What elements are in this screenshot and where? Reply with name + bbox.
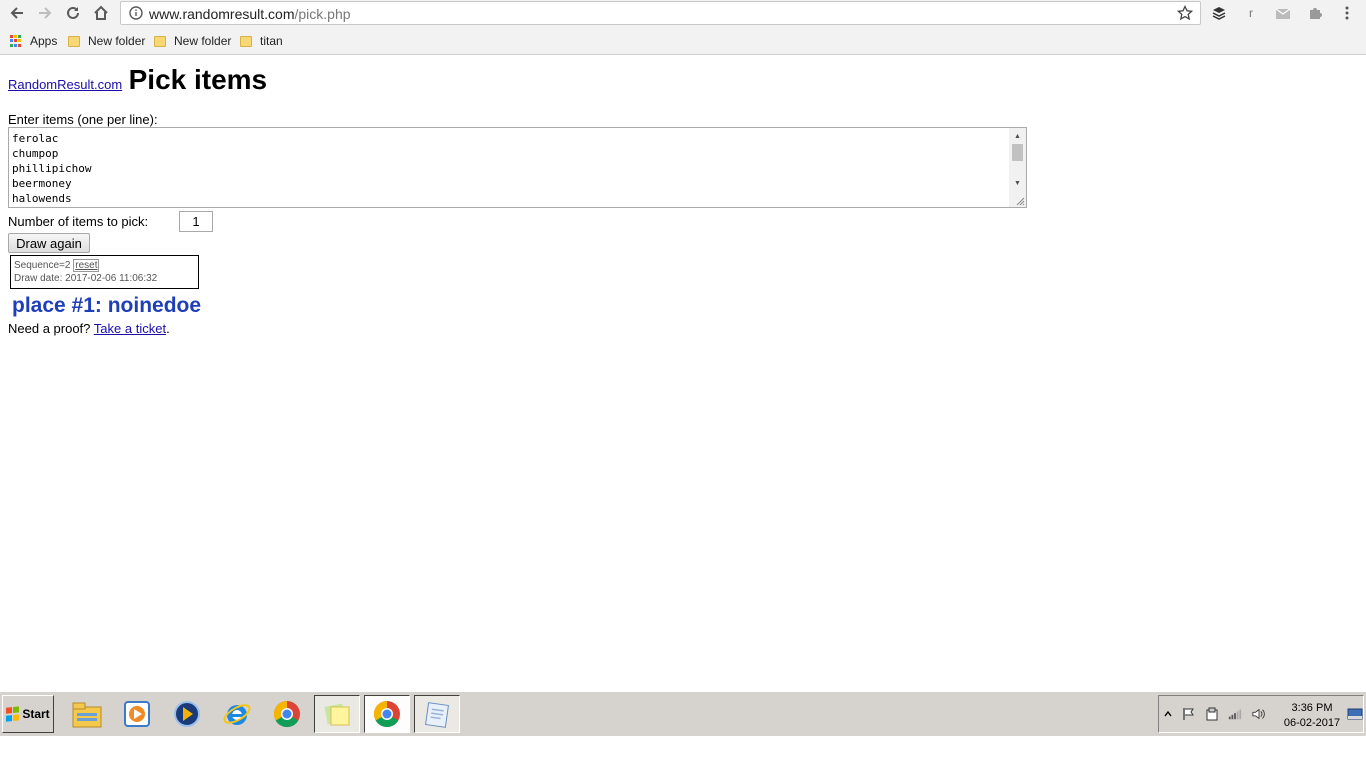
chrome-icon — [273, 700, 300, 728]
scroll-down-icon[interactable]: ▼ — [1009, 176, 1026, 190]
count-label: Number of items to pick: — [8, 214, 149, 229]
clock-date: 06-02-2017 — [1283, 717, 1341, 729]
item-line: halowends — [12, 192, 72, 205]
sequence-text: Sequence=2 — [14, 260, 71, 271]
count-input[interactable]: 1 — [179, 211, 213, 232]
action-center-flag-icon[interactable] — [1182, 707, 1196, 721]
items-lines: ferolac chumpop phillipichow beermoney halow… — [12, 131, 91, 206]
take-ticket-link[interactable]: Take a ticket — [94, 321, 166, 336]
page-title: Pick items — [128, 64, 268, 95]
bookmark-folder-2[interactable]: New folder — [154, 33, 231, 49]
item-line: beermoney — [12, 177, 72, 190]
system-tray: 3:36 PM 06-02-2017 — [1158, 695, 1364, 733]
network-signal-icon[interactable] — [1228, 707, 1242, 721]
forward-arrow-icon — [39, 7, 52, 19]
bookmark-label: Apps — [30, 34, 58, 48]
bookmark-folder-titan[interactable]: titan — [240, 33, 283, 49]
menu-icon[interactable] — [1337, 4, 1357, 22]
taskbar-media-center[interactable] — [164, 695, 210, 733]
home-button[interactable] — [90, 3, 112, 23]
extension-letter: r — [1249, 6, 1253, 20]
url-host: www.randomresult.com — [149, 6, 295, 22]
resize-grip-icon[interactable] — [1009, 190, 1026, 207]
bookmark-label: New folder — [174, 34, 232, 48]
windows-logo-icon — [6, 706, 20, 722]
title-row: RandomResult.com Pick items — [8, 64, 267, 96]
reload-button[interactable] — [62, 3, 84, 23]
reset-link[interactable]: reset — [73, 259, 100, 272]
items-textarea[interactable]: ferolac chumpop phillipichow beermoney halow… — [8, 127, 1027, 208]
notepad-icon — [425, 702, 449, 728]
address-bar[interactable]: www.randomresult.com/pick.php — [120, 1, 1201, 25]
scroll-thumb[interactable] — [1012, 144, 1023, 161]
items-label: Enter items (one per line): — [8, 112, 158, 127]
puzzle-extension-icon[interactable] — [1305, 4, 1325, 22]
bookmark-apps[interactable]: Apps — [10, 33, 57, 49]
back-arrow-icon — [10, 7, 23, 19]
sequence-box: Sequence=2 reset Draw date: 2017-02-06 1… — [10, 255, 199, 289]
sequence-line: Sequence=2 reset — [14, 259, 198, 272]
bookmark-label: New folder — [88, 34, 146, 48]
bookmark-folder-1[interactable]: New folder — [68, 33, 145, 49]
clock-time: 3:36 PM — [1291, 702, 1333, 714]
start-label: Start — [22, 707, 50, 721]
taskbar: Start 3:36 PM 06-02-2017 — [0, 691, 1366, 736]
item-line: ferolac — [12, 132, 59, 145]
volume-icon[interactable] — [1252, 707, 1266, 721]
item-line: chumpop — [12, 147, 59, 160]
info-icon[interactable] — [129, 6, 143, 25]
forward-button[interactable] — [34, 3, 56, 23]
taskbar-explorer[interactable] — [64, 695, 110, 733]
proof-suffix: . — [166, 321, 170, 336]
taskbar-sticky-notes[interactable] — [314, 695, 360, 733]
media-player-icon — [124, 701, 150, 727]
taskbar-ie[interactable] — [214, 695, 260, 733]
chrome-active-icon — [373, 700, 400, 728]
proof-prefix: Need a proof? — [8, 321, 91, 336]
media-center-icon — [174, 701, 200, 727]
url-text[interactable]: www.randomresult.com/pick.php — [149, 6, 351, 22]
scroll-up-icon[interactable]: ▲ — [1009, 129, 1026, 143]
start-button[interactable]: Start — [2, 695, 54, 733]
proof-line: Need a proof? Take a ticket. — [8, 321, 170, 336]
draw-date: Draw date: 2017-02-06 11:06:32 — [14, 273, 158, 284]
clock[interactable]: 3:36 PM 06-02-2017 — [1277, 701, 1347, 731]
bookmarks-bar: Apps New folder New folder titan — [0, 27, 1366, 55]
item-line: phillipichow — [12, 162, 92, 175]
textarea-scrollbar[interactable]: ▲ ▼ — [1009, 128, 1026, 191]
r-extension-icon[interactable]: r — [1241, 4, 1261, 22]
show-hidden-icons-icon[interactable] — [1161, 707, 1175, 721]
show-desktop-icon[interactable] — [1347, 707, 1363, 721]
layers-extension-icon[interactable] — [1209, 4, 1229, 22]
browser-toolbar: www.randomresult.com/pick.php r — [0, 0, 1366, 27]
device-icon[interactable] — [1205, 707, 1219, 721]
bookmark-star-icon[interactable] — [1176, 4, 1194, 26]
apps-icon — [10, 35, 22, 47]
home-icon — [94, 5, 108, 20]
reload-icon — [67, 6, 79, 19]
bookmark-label: titan — [260, 34, 283, 48]
taskbar-chrome[interactable] — [264, 695, 310, 733]
draw-again-button[interactable]: Draw again — [8, 233, 90, 253]
folder-icon — [240, 35, 252, 47]
folder-icon — [68, 35, 80, 47]
result-heading: place #1: noinedoe — [12, 294, 202, 317]
sticky-notes-icon — [324, 703, 350, 726]
file-explorer-icon — [72, 702, 102, 728]
taskbar-notepad[interactable] — [414, 695, 460, 733]
internet-explorer-icon — [223, 704, 251, 725]
site-home-link[interactable]: RandomResult.com — [8, 77, 122, 92]
back-button[interactable] — [6, 3, 28, 23]
url-path: /pick.php — [294, 6, 351, 22]
taskbar-chrome-active[interactable] — [364, 695, 410, 733]
folder-icon — [154, 35, 166, 47]
mail-extension-icon[interactable] — [1273, 4, 1293, 22]
taskbar-media-player[interactable] — [114, 695, 160, 733]
screen-bottom-strip — [0, 737, 1366, 768]
